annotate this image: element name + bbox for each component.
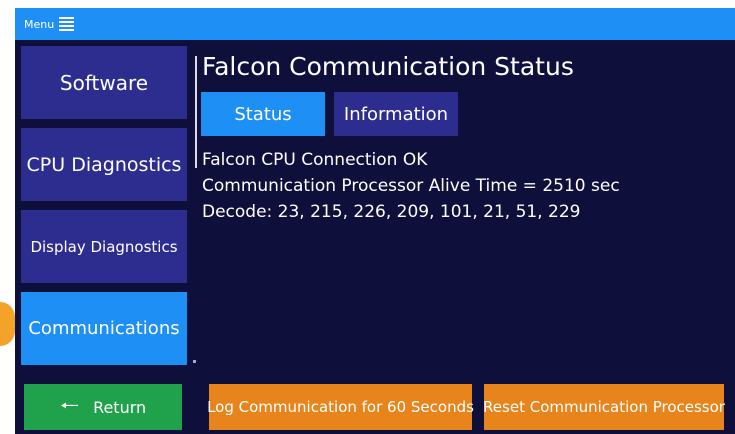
menu-label: Menu (24, 17, 55, 31)
hamburger-menu-icon (59, 17, 75, 31)
page-title: Falcon Communication Status (202, 52, 574, 81)
status-line-alive-time: Communication Processor Alive Time = 251… (202, 176, 620, 196)
tab-status[interactable]: Status (201, 92, 325, 136)
app-screen: Menu Software CPU Diagnostics Display Di… (15, 8, 735, 434)
side-indicator-marker (0, 302, 15, 346)
sidebar-item-display-diagnostics[interactable]: Display Diagnostics (21, 210, 187, 283)
status-line-connection: Falcon CPU Connection OK (202, 150, 428, 170)
reset-processor-label: Reset Communication Processor (483, 398, 725, 416)
menu-button[interactable]: Menu (24, 17, 75, 31)
content-divider (195, 56, 197, 168)
sidebar-item-label: CPU Diagnostics (26, 153, 182, 176)
sidebar-item-label: Communications (28, 318, 180, 339)
sidebar-item-communications[interactable]: Communications (21, 292, 187, 365)
sidebar-item-cpu-diagnostics[interactable]: CPU Diagnostics (21, 128, 187, 201)
status-line-decode: Decode: 23, 215, 226, 209, 101, 21, 51, … (202, 202, 581, 222)
top-bar: Menu (15, 8, 735, 40)
tab-label: Status (234, 103, 292, 125)
tab-label: Information (343, 103, 449, 125)
log-communication-label: Log Communication for 60 Seconds (207, 398, 474, 416)
return-button[interactable]: 🠐 Return (24, 384, 182, 430)
sidebar-item-label: Display Diagnostics (30, 237, 178, 256)
reset-communication-processor-button[interactable]: Reset Communication Processor (483, 384, 725, 430)
sidebar-item-label: Software (59, 70, 149, 95)
sidebar-item-software[interactable]: Software (21, 46, 187, 119)
return-label: Return (93, 397, 147, 417)
divider-dot (193, 360, 196, 363)
arrow-left-icon: 🠐 (59, 394, 80, 419)
tab-information[interactable]: Information (334, 92, 458, 136)
log-communication-button[interactable]: Log Communication for 60 Seconds (207, 384, 474, 430)
